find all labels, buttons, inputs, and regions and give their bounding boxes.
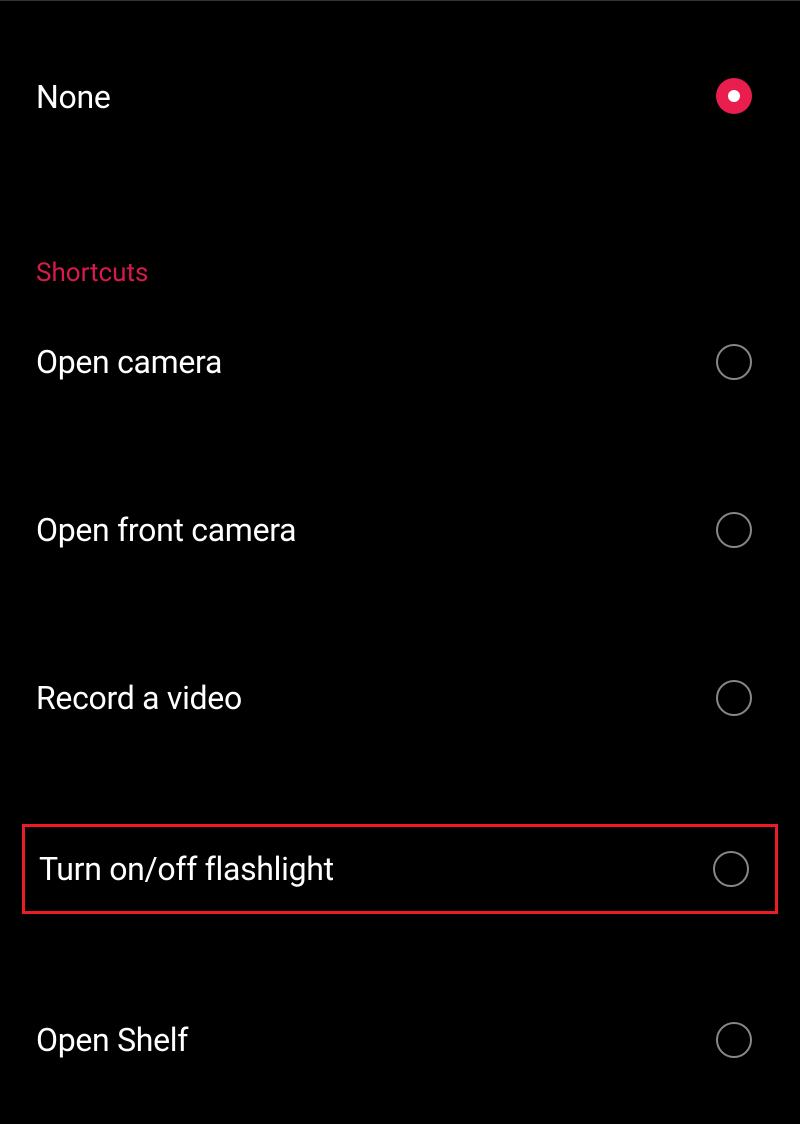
radio-selected-icon [716,78,752,114]
shortcuts-section: Open camera Open front camera Record a v… [0,278,800,1124]
radio-unselected-icon [716,512,752,548]
spacer [0,914,800,956]
option-none[interactable]: None [0,3,800,183]
spacer [0,782,800,824]
option-open-front-camera[interactable]: Open front camera [0,446,800,614]
option-none-label: None [36,78,111,116]
option-record-video-label: Record a video [36,679,242,717]
radio-unselected-icon [713,851,749,887]
radio-unselected-icon [716,1022,752,1058]
settings-list: None Shortcuts Open camera Open front ca… [0,0,800,1093]
option-flashlight[interactable]: Turn on/off flashlight [22,824,778,914]
option-open-shelf[interactable]: Open Shelf [0,956,800,1124]
radio-unselected-icon [716,344,752,380]
radio-unselected-icon [716,680,752,716]
option-open-front-camera-label: Open front camera [36,511,296,549]
option-open-camera[interactable]: Open camera [0,278,800,446]
option-open-shelf-label: Open Shelf [36,1021,188,1059]
option-record-video[interactable]: Record a video [0,614,800,782]
option-open-camera-label: Open camera [36,343,222,381]
option-flashlight-label: Turn on/off flashlight [39,850,334,888]
